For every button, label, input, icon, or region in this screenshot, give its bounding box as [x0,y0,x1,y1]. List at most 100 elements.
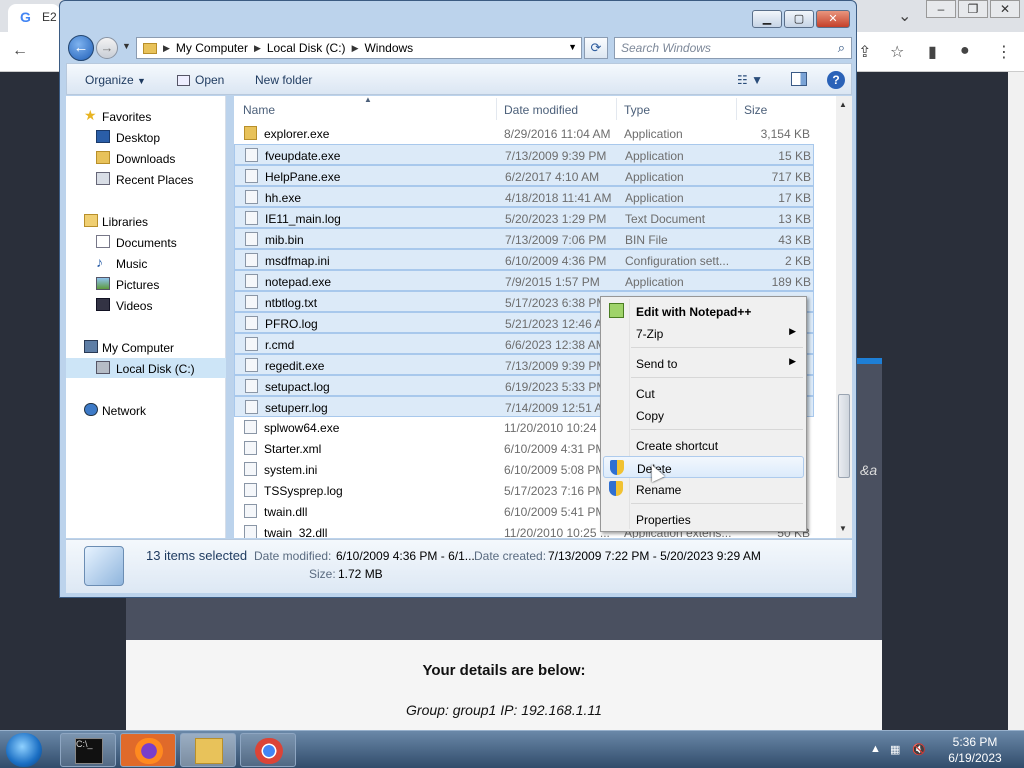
taskbar-firefox[interactable] [120,733,176,767]
nav-recent-places[interactable]: Recent Places [66,169,226,189]
scroll-up-icon[interactable]: ▲ [839,100,847,109]
taskbar-explorer[interactable] [180,733,236,767]
address-dropdown-icon[interactable]: ▼ [568,42,577,52]
file-row[interactable]: explorer.exe 8/29/2016 11:04 AM Applicatio… [234,123,814,144]
breadcrumb-local-disk[interactable]: Local Disk (C:) [263,41,350,55]
file-row[interactable]: fveupdate.exe 7/13/2009 9:39 PM Applicatio… [234,144,814,165]
start-button[interactable] [6,733,42,767]
breadcrumb-windows[interactable]: Windows [360,41,417,55]
volume-muted-icon[interactable]: 🔇 [912,743,926,756]
nav-network[interactable]: Network [66,400,226,420]
file-row[interactable]: mib.bin 7/13/2009 7:06 PM BIN File 43 KB [234,228,814,249]
file-name: twain.dll [264,505,308,519]
file-row[interactable]: notepad.exe 7/9/2015 1:57 PM Application 18… [234,270,814,291]
nav-my-computer[interactable]: My Computer [66,337,226,357]
close-button[interactable]: ✕ [816,10,850,28]
xml-file-icon [244,441,257,455]
column-type[interactable]: Type [624,103,650,117]
refresh-button[interactable]: ⟳ [584,37,608,59]
column-divider[interactable] [736,98,737,120]
file-name: fveupdate.exe [265,149,341,163]
scrollbar-thumb[interactable] [838,394,850,478]
nav-libraries[interactable]: Libraries [66,211,226,231]
menu-item-edit-notepadpp[interactable]: Edit with Notepad++ [603,300,804,322]
menu-item-create-shortcut[interactable]: Create shortcut [603,434,804,456]
search-input[interactable]: Search Windows ⌕ [614,37,852,59]
profile-icon[interactable]: ● [960,42,970,60]
forward-button[interactable]: → [96,37,118,59]
file-row[interactable]: IE11_main.log 5/20/2023 1:29 PM Text Docum… [234,207,814,228]
desktop-icon [96,130,110,143]
file-row[interactable]: hh.exe 4/18/2018 11:41 AM Application 17 KB [234,186,814,207]
breadcrumb-separator[interactable]: ▶ [350,43,361,54]
file-date-modified: 6/6/2023 12:38 AM [505,338,606,352]
view-options-icon[interactable]: ☷ ▼ [737,73,763,87]
preview-pane-icon[interactable] [791,72,807,86]
title-bar[interactable]: ▁ ▢ ✕ [60,1,856,35]
back-button[interactable]: ← [68,35,94,61]
star-icon[interactable]: ☆ [890,42,904,62]
close-icon[interactable]: ✕ [990,0,1020,18]
sidepanel-icon[interactable]: ▮ [928,42,937,62]
file-row[interactable]: HelpPane.exe 6/2/2017 4:10 AM Application 7… [234,165,814,186]
share-icon[interactable]: ⇪ [858,42,871,62]
nav-downloads[interactable]: Downloads [66,148,226,168]
network-tray-icon[interactable]: ▦ [890,743,900,756]
menu-dots-icon[interactable]: ⋮ [996,42,1012,62]
show-hidden-icons-icon[interactable]: ▲ [870,743,881,755]
column-divider[interactable] [496,98,497,120]
new-folder-button[interactable]: New folder [255,73,312,87]
column-date-modified[interactable]: Date modified [504,103,578,117]
date-modified-label: Date modified: [254,549,332,563]
file-name: ntbtlog.txt [265,296,318,310]
cmd-icon: C:\_ [75,738,103,764]
menu-item-delete[interactable]: Delete [603,456,804,478]
nav-desktop[interactable]: Desktop [66,127,226,147]
search-icon[interactable]: ⌕ [838,40,845,56]
nav-favorites[interactable]: ★ Favorites [66,106,226,126]
column-divider[interactable] [616,98,617,120]
nav-music[interactable]: ♪ Music [66,253,226,273]
nav-local-disk[interactable]: Local Disk (C:) [66,358,226,378]
breadcrumb-separator[interactable]: ▶ [252,43,263,54]
restore-icon[interactable]: ❐ [958,0,988,18]
maximize-button[interactable]: ▢ [784,10,814,28]
page-scrollbar[interactable] [1008,72,1024,730]
minimize-icon[interactable]: – [926,0,956,18]
help-icon[interactable]: ? [827,71,845,89]
file-name: r.cmd [265,338,295,352]
nav-documents[interactable]: Documents [66,232,226,252]
file-row[interactable]: msdfmap.ini 6/10/2009 4:36 PM Configuratio… [234,249,814,270]
scroll-down-icon[interactable]: ▼ [839,524,847,533]
nav-videos[interactable]: Videos [66,295,226,315]
file-name: system.ini [264,463,318,477]
column-name[interactable]: Name [243,103,275,117]
file-name: setuperr.log [265,401,328,415]
nav-pictures[interactable]: Pictures [66,274,226,294]
menu-item-copy[interactable]: Copy [603,404,804,426]
taskbar-chrome[interactable] [240,733,296,767]
recent-pages-dropdown[interactable]: ▼ [122,41,131,51]
chevron-down-icon: ▼ [137,76,146,86]
breadcrumb-my-computer[interactable]: My Computer [172,41,252,55]
application-icon [244,420,257,434]
clock-time[interactable]: 5:36 PM [940,735,1010,749]
organize-button[interactable]: Organize ▼ [85,73,146,87]
menu-item-properties[interactable]: Properties [603,508,804,530]
menu-item-send-to[interactable]: Send to ▶ [603,352,804,374]
details-heading: Your details are below: [422,662,586,679]
taskbar-cmd[interactable]: C:\_ [60,733,116,767]
breadcrumb-separator[interactable]: ▶ [161,43,172,54]
back-arrow-icon[interactable]: ← [12,42,28,60]
clock-date[interactable]: 6/19/2023 [940,751,1010,765]
menu-item-rename[interactable]: Rename [603,478,804,500]
chevron-down-icon[interactable]: ⌄ [898,6,911,26]
address-bar[interactable]: ▶ My Computer ▶ Local Disk (C:) ▶ Window… [136,37,582,59]
open-button[interactable]: Open [177,73,224,87]
column-size[interactable]: Size [744,103,767,117]
menu-item-cut[interactable]: Cut [603,382,804,404]
file-list-scrollbar[interactable]: ▲ ▼ [836,96,852,538]
minimize-button[interactable]: ▁ [752,10,782,28]
menu-item-7zip[interactable]: 7-Zip ▶ [603,322,804,344]
file-date-modified: 8/29/2016 11:04 AM [504,127,611,141]
